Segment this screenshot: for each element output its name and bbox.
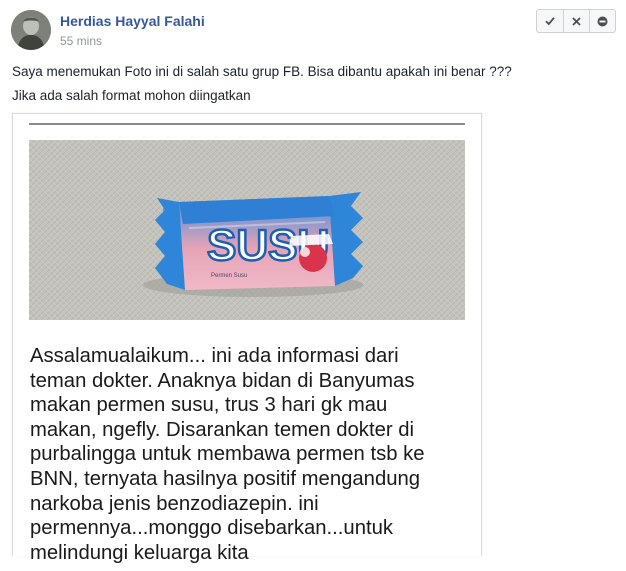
- caption-line: melindungi keluarga kita: [30, 541, 249, 564]
- approve-button[interactable]: [537, 10, 563, 32]
- check-icon: [545, 17, 555, 26]
- author-name-link[interactable]: Herdias Hayyal Falahi: [60, 13, 205, 29]
- divider: [29, 123, 465, 125]
- decline-button[interactable]: [563, 10, 589, 32]
- product-small-label: Permen Susu: [211, 273, 247, 279]
- post-timestamp[interactable]: 55 mins: [60, 34, 102, 48]
- moderation-actions: [536, 9, 616, 33]
- author-avatar[interactable]: [11, 10, 51, 50]
- caption-line: permennya...monggo disebarkan...untuk: [30, 517, 394, 540]
- caption-line: teman dokter. Anaknya bidan di Banyumas: [30, 369, 415, 392]
- candy-photo: SUSU Permen Susu: [29, 140, 465, 320]
- minus-circle-icon: [597, 16, 608, 26]
- caption-line: makan, ngefly. Disarankan temen dokter d…: [30, 418, 415, 441]
- caption-line: purbalingga untuk membawa permen tsb ke: [30, 443, 425, 466]
- attached-photo[interactable]: SUSU Permen Susu Assalamualaikum... ini …: [12, 113, 482, 564]
- post-text-line: Saya menemukan Foto ini di salah satu gr…: [12, 64, 512, 79]
- image-caption: Assalamualaikum... ini ada informasi dar…: [30, 344, 475, 565]
- caption-line: makan permen susu, trus 3 hari gk mau: [30, 394, 388, 417]
- block-button[interactable]: [589, 10, 615, 32]
- caption-line: narkoba jenis benzodiazepin. ini: [30, 492, 319, 515]
- post-text-line: Jika ada salah format mohon diingatkan: [12, 88, 251, 103]
- caption-line: BNN, ternyata hasilnya positif mengandun…: [30, 467, 421, 490]
- close-icon: [572, 16, 581, 26]
- caption-line: Assalamualaikum... ini ada informasi dar…: [30, 345, 399, 367]
